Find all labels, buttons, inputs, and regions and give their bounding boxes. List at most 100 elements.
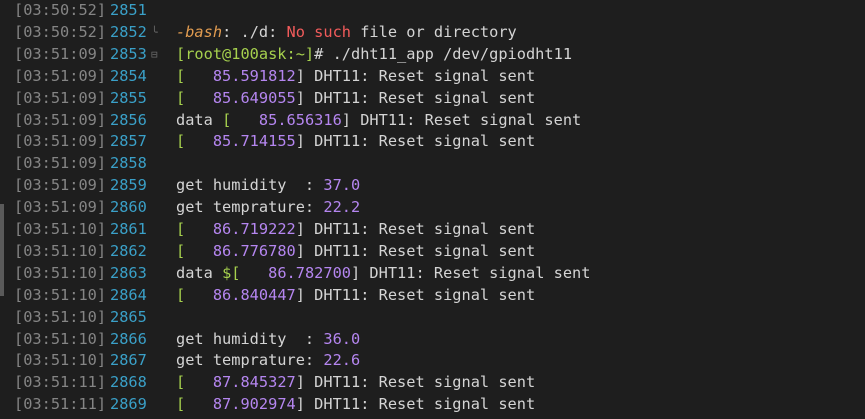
line-segment: 22.6	[323, 351, 361, 370]
line-segment: ] DHT11: Reset signal sent	[295, 132, 536, 151]
line-number: 2854	[110, 66, 147, 85]
terminal-line: [03:50:52] 2851	[0, 0, 865, 22]
line-content: get humidity : 36.0	[176, 329, 360, 351]
line-number: 2860	[110, 198, 147, 217]
line-segment: ] DHT11: Reset signal sent	[295, 88, 536, 107]
line-content: [ 87.845327] DHT11: Reset signal sent	[176, 372, 535, 394]
line-segment: 86.782700	[240, 263, 351, 282]
line-segment: 22.2	[323, 198, 361, 217]
terminal-line: [03:51:09] 2854 [ 85.591812] DHT11: Reset …	[0, 66, 865, 88]
line-number: 2862	[110, 241, 147, 260]
terminal-line: [03:51:10] 2866 get humidity : 36.0	[0, 329, 865, 351]
line-segment: get temprature:	[176, 351, 324, 370]
line-number: 2869	[110, 395, 147, 414]
line-timestamp: [03:51:10]	[14, 220, 107, 238]
terminal-line: [03:51:09] 2855 [ 85.649055] DHT11: Reset …	[0, 88, 865, 110]
line-segment: 37.0	[323, 176, 361, 195]
line-timestamp: [03:51:09]	[14, 132, 107, 151]
line-segment: 86.840447	[185, 285, 296, 304]
line-number: 2866	[110, 329, 147, 348]
line-segment: No such	[286, 22, 351, 41]
line-content: get temprature: 22.6	[176, 350, 360, 372]
line-number: 2864	[110, 285, 147, 304]
terminal-line: [03:51:10] 2862 [ 86.776780] DHT11: Reset …	[0, 241, 865, 263]
line-timestamp: [03:51:10]	[14, 329, 107, 348]
line-content: data $[ 86.782700] DHT11: Reset signal s…	[176, 263, 590, 285]
line-segment: get humidity :	[176, 329, 324, 348]
line-content: [root@100ask:~]# ./dht11_app /dev/gpiodh…	[176, 44, 572, 66]
line-segment: ] DHT11: Reset signal sent	[295, 285, 536, 304]
line-segment: 87.902974	[185, 395, 296, 414]
line-segment: file or directory	[351, 22, 517, 41]
line-timestamp: [03:51:09]	[14, 154, 107, 173]
line-segment: ] DHT11: Reset signal sent	[351, 263, 591, 282]
terminal-line: [03:51:10] 2865	[0, 307, 865, 329]
line-segment: 85.649055	[185, 88, 296, 107]
line-segment: $[	[222, 263, 241, 282]
line-timestamp: [03:51:09]	[14, 88, 107, 107]
line-segment: 36.0	[323, 329, 361, 348]
line-segment: data	[176, 263, 223, 282]
terminal-line: [03:51:10] 2861 [ 86.719222] DHT11: Reset …	[0, 219, 865, 241]
line-number: 2861	[110, 220, 147, 238]
line-timestamp: [03:51:10]	[14, 263, 107, 282]
line-timestamp: [03:51:09]	[14, 44, 107, 63]
line-timestamp: [03:51:09]	[14, 110, 107, 129]
line-number: 2851	[110, 1, 147, 19]
terminal-output-pane[interactable]: [03:50:52] 2851 [03:50:52] 2852 ╰ -bash: ./d:…	[0, 0, 865, 419]
line-segment: ] DHT11: Reset signal sent	[295, 66, 536, 85]
terminal-line: [03:50:52] 2852 ╰ -bash: ./d: No such file …	[0, 22, 865, 44]
line-number: 2852	[110, 22, 147, 41]
line-segment: [	[176, 88, 186, 107]
line-number: 2863	[110, 263, 147, 282]
line-number: 2857	[110, 132, 147, 151]
line-segment: ] DHT11: Reset signal sent	[295, 241, 536, 260]
line-segment: # ./dht11_app /dev/gpiodht11	[314, 44, 573, 63]
line-timestamp: [03:51:10]	[14, 241, 107, 260]
line-content: [ 85.714155] DHT11: Reset signal sent	[176, 131, 535, 153]
line-timestamp: [03:51:11]	[14, 373, 107, 392]
line-segment: [	[176, 395, 186, 414]
line-content: -bash: ./d: No such file or directory	[176, 22, 517, 44]
line-timestamp: [03:51:10]	[14, 307, 107, 326]
line-segment: ] DHT11: Reset signal sent	[341, 110, 582, 129]
line-number: 2859	[110, 176, 147, 195]
terminal-line: [03:51:10] 2863 data $[ 86.782700] DHT11: …	[0, 263, 865, 285]
terminal-line: [03:51:09] 2858	[0, 153, 865, 175]
line-segment: [	[176, 241, 186, 260]
line-timestamp: [03:50:52]	[14, 22, 107, 41]
terminal-line: [03:51:11] 2868 [ 87.845327] DHT11: Reset …	[0, 372, 865, 394]
line-segment: 85.714155	[185, 132, 296, 151]
line-number: 2868	[110, 373, 147, 392]
line-number: 2867	[110, 351, 147, 370]
line-segment: [	[176, 285, 186, 304]
line-content: get humidity : 37.0	[176, 175, 360, 197]
line-number: 2853	[110, 44, 147, 63]
line-timestamp: [03:51:09]	[14, 66, 107, 85]
terminal-line: [03:51:09] 2860 get temprature: 22.2	[0, 197, 865, 219]
line-segment: [	[176, 66, 186, 85]
line-segment: 86.719222	[185, 220, 296, 238]
line-timestamp: [03:51:10]	[14, 285, 107, 304]
line-number: 2856	[110, 110, 147, 129]
fold-collapse-icon[interactable]: ⊟	[151, 44, 161, 66]
line-timestamp: [03:50:52]	[14, 1, 107, 19]
line-content: [ 85.649055] DHT11: Reset signal sent	[176, 88, 535, 110]
line-segment: [	[176, 220, 186, 238]
line-segment: -bash	[176, 22, 223, 41]
line-segment: ] DHT11: Reset signal sent	[295, 373, 536, 392]
line-timestamp: [03:51:09]	[14, 198, 107, 217]
line-segment: 86.776780	[185, 241, 296, 260]
line-content: data [ 85.656316] DHT11: Reset signal se…	[176, 110, 581, 132]
line-segment: 85.591812	[185, 66, 296, 85]
line-segment: : ./d:	[222, 22, 287, 41]
line-content: get temprature: 22.2	[176, 197, 360, 219]
line-segment: 87.845327	[185, 373, 296, 392]
line-segment: [	[176, 132, 186, 151]
line-segment: ] DHT11: Reset signal sent	[295, 220, 536, 238]
line-segment: get humidity :	[176, 176, 324, 195]
terminal-line: [03:51:09] 2853 ⊟ [root@100ask:~]# ./dht11_…	[0, 44, 865, 66]
line-timestamp: [03:51:09]	[14, 176, 107, 195]
line-content: [ 87.902974] DHT11: Reset signal sent	[176, 394, 535, 416]
line-timestamp: [03:51:10]	[14, 351, 107, 370]
